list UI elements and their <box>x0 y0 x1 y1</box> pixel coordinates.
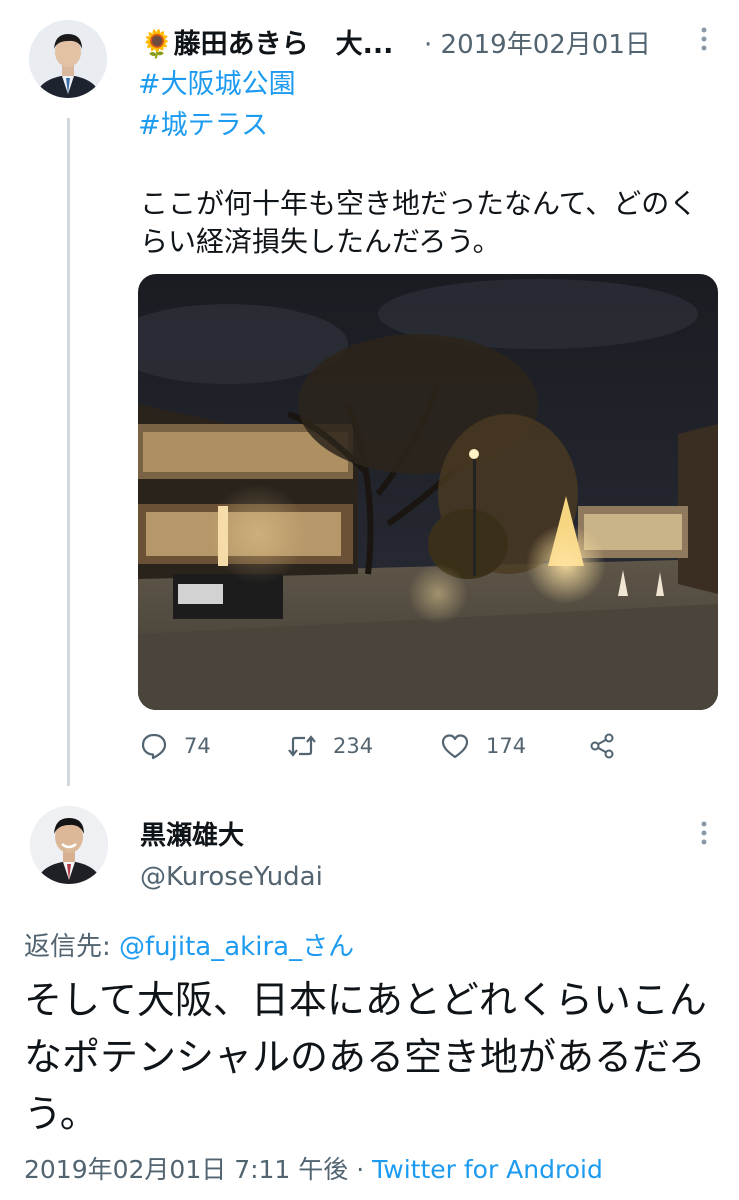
retweet-count: 234 <box>333 734 374 758</box>
hashtag-link[interactable]: #城テラス <box>138 103 268 142</box>
thread-connector-line <box>67 118 70 786</box>
avatar[interactable] <box>30 806 108 884</box>
tweet-text: そして大阪、日本にあとどれくらいこんなポテンシャルのある空き地があるだろう。 <box>24 978 707 1136</box>
author-handle[interactable]: @KuroseYudai <box>140 862 323 892</box>
like-button[interactable]: 174 <box>440 728 526 764</box>
author-display-name[interactable]: 黒瀬雄大 <box>140 815 244 852</box>
replying-to: 返信先: @fujita_akira_さん <box>24 926 354 963</box>
tweet-photo[interactable] <box>138 274 718 710</box>
tweet-date[interactable]: · 2019年02月01日 <box>424 24 651 61</box>
tweet-source-link[interactable]: Twitter for Android <box>372 1155 603 1184</box>
more-options-button[interactable] <box>694 26 714 52</box>
speech-bubble-icon <box>141 733 167 760</box>
timestamp-text[interactable]: 2019年02月01日 7:11 午後 · <box>24 1155 372 1184</box>
share-icon <box>590 733 614 759</box>
tweet-text: ここが何十年も空き地だったなんて、どのくらい経済損失したんだろう。 <box>140 187 698 258</box>
hashtag-link[interactable]: #大阪城公園 <box>138 62 296 101</box>
vertical-dots-icon <box>701 27 707 51</box>
more-options-button[interactable] <box>694 820 714 846</box>
tweet-timestamp: 2019年02月01日 7:11 午後 · Twitter for Androi… <box>24 1150 603 1186</box>
replying-to-label: 返信先: <box>24 932 120 962</box>
reply-button[interactable]: 74 <box>140 728 211 764</box>
reply-count: 74 <box>184 734 211 758</box>
vertical-dots-icon <box>701 821 707 845</box>
like-count: 174 <box>486 734 527 758</box>
avatar[interactable] <box>29 20 107 98</box>
heart-icon <box>441 734 469 759</box>
author-display-name[interactable]: 🌻藤田あきら 大... <box>140 22 393 61</box>
retweet-arrows-icon <box>288 735 316 757</box>
reply-to-mention[interactable]: @fujita_akira_さん <box>119 932 354 962</box>
share-button[interactable] <box>588 728 632 764</box>
retweet-button[interactable]: 234 <box>287 728 373 764</box>
